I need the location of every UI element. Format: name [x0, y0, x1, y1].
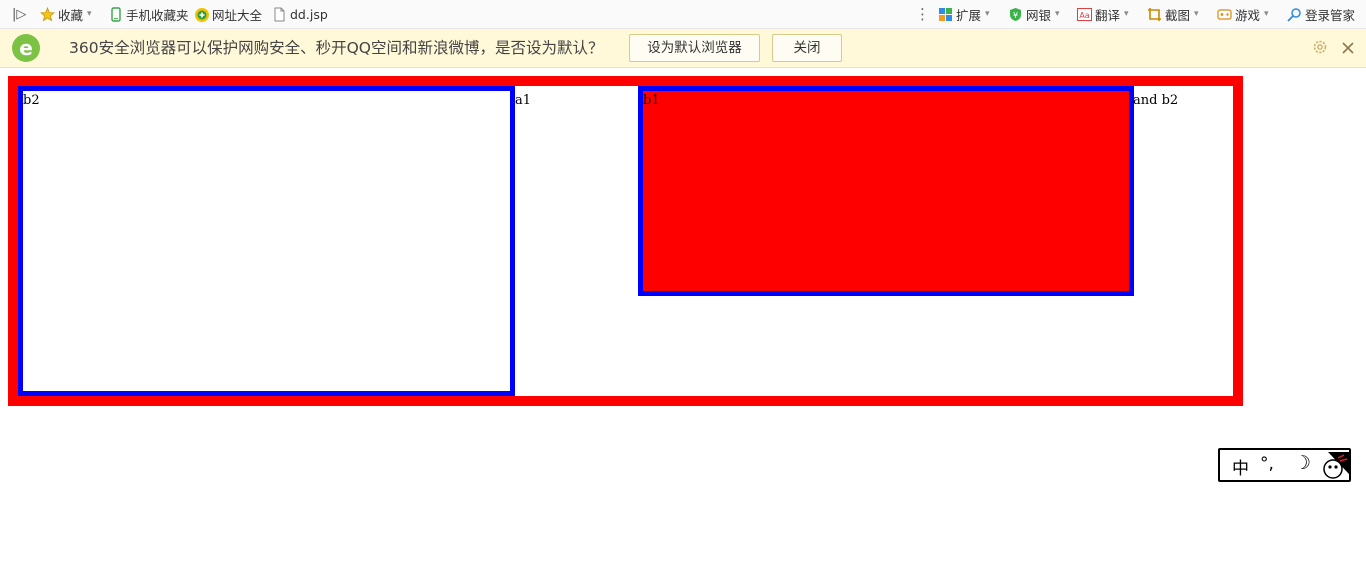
- label-b1: b1: [643, 93, 660, 108]
- infobar-message: 360安全浏览器可以保护网购安全、秒开QQ空间和新浪微博，是否设为默认？: [69, 39, 604, 57]
- ime-punctuation-label[interactable]: °,: [1260, 454, 1274, 474]
- more-menu-button[interactable]: ⋮: [915, 0, 930, 28]
- phone-icon: [108, 6, 123, 22]
- game-button[interactable]: 游戏 ▾: [1217, 0, 1269, 28]
- translate-label: 翻译: [1095, 7, 1121, 23]
- bookmark-mobile[interactable]: 手机收藏夹: [108, 0, 189, 28]
- translate-button[interactable]: Aa 翻译 ▾: [1077, 0, 1129, 28]
- browser-logo-icon: e: [12, 34, 40, 62]
- more-glyph: ⋮: [915, 5, 930, 23]
- browser-logo-letter: e: [19, 36, 33, 60]
- star-icon: [39, 6, 56, 22]
- close-icon[interactable]: [1341, 40, 1355, 54]
- gear-icon[interactable]: [1311, 38, 1329, 56]
- screenshot-label: 截图: [1165, 7, 1191, 23]
- bookmarks-bar: |▷ 收藏 ▾ 手机收藏夹 网址大全 dd.jsp ⋮ 扩展 ▾ ¥ 网银 ▾ …: [0, 0, 1366, 29]
- extensions-label: 扩展: [956, 7, 982, 23]
- svg-text:Aa: Aa: [1079, 11, 1089, 20]
- ime-status-bar[interactable]: 中 °, ☽: [1218, 448, 1351, 482]
- chevron-down-icon: ▾: [1124, 9, 1129, 19]
- bookmark-web-directory-label: 网址大全: [212, 7, 263, 23]
- extensions-icon: [938, 7, 953, 22]
- bank-shield-icon: ¥: [1008, 7, 1023, 22]
- label-and-b2: and b2: [1133, 93, 1179, 108]
- bank-button[interactable]: ¥ 网银 ▾: [1008, 0, 1060, 28]
- bookmark-dd-jsp-label: dd.jsp: [290, 6, 328, 22]
- screenshot-button[interactable]: 截图 ▾: [1147, 0, 1199, 28]
- chevron-down-icon: ▾: [1055, 9, 1060, 19]
- box-b2: [18, 86, 515, 396]
- page-icon: [272, 7, 287, 22]
- default-browser-infobar: e 360安全浏览器可以保护网购安全、秒开QQ空间和新浪微博，是否设为默认？ 设…: [0, 29, 1366, 68]
- chevron-down-icon: ▾: [87, 9, 92, 19]
- game-icon: [1217, 7, 1232, 22]
- login-manager-icon: [1287, 7, 1302, 22]
- bookmark-dd-jsp[interactable]: dd.jsp: [272, 0, 328, 28]
- bookmark-mobile-label: 手机收藏夹: [126, 7, 189, 23]
- label-b2: b2: [23, 93, 40, 108]
- bank-label: 网银: [1026, 7, 1052, 23]
- extensions-button[interactable]: 扩展 ▾: [938, 0, 990, 28]
- login-manager-label: 登录管家: [1305, 7, 1356, 23]
- box-b1: [638, 86, 1134, 296]
- infobar-close-button[interactable]: 关闭: [772, 34, 842, 62]
- translate-icon: Aa: [1077, 7, 1092, 22]
- ime-mode-label[interactable]: 中: [1232, 454, 1249, 479]
- bookmark-web-directory[interactable]: 网址大全: [194, 0, 262, 28]
- sidebar-toggle-glyph: |▷: [12, 6, 27, 22]
- screenshot-icon: [1147, 7, 1162, 22]
- set-default-browser-button[interactable]: 设为默认浏览器: [629, 34, 760, 62]
- ime-mascot-icon[interactable]: [1320, 452, 1349, 480]
- ime-moon-label[interactable]: ☽: [1294, 452, 1311, 474]
- sidebar-toggle-button[interactable]: |▷: [12, 0, 26, 28]
- login-manager-button[interactable]: 登录管家: [1287, 0, 1355, 28]
- bookmark-favorites[interactable]: 收藏 ▾: [39, 0, 92, 28]
- bookmark-favorites-label: 收藏: [58, 7, 84, 23]
- svg-text:¥: ¥: [1013, 11, 1018, 20]
- chevron-down-icon: ▾: [1194, 9, 1199, 19]
- web-directory-icon: [194, 7, 209, 22]
- game-label: 游戏: [1235, 7, 1261, 23]
- chevron-down-icon: ▾: [1264, 9, 1269, 19]
- chevron-down-icon: ▾: [985, 9, 990, 19]
- label-a1: a1: [515, 93, 532, 108]
